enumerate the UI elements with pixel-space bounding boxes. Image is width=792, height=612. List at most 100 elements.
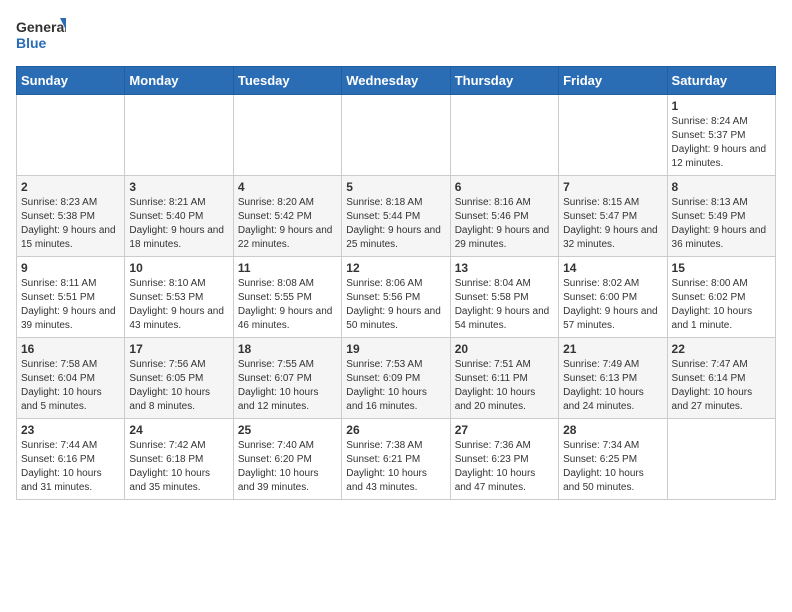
- calendar-cell: 25 Sunrise: 7:40 AM Sunset: 6:20 PM Dayli…: [233, 419, 341, 500]
- calendar-week-row: 16 Sunrise: 7:58 AM Sunset: 6:04 PM Dayli…: [17, 338, 776, 419]
- calendar-cell: 9 Sunrise: 8:11 AM Sunset: 5:51 PM Daylig…: [17, 257, 125, 338]
- calendar-cell: 22 Sunrise: 7:47 AM Sunset: 6:14 PM Dayli…: [667, 338, 775, 419]
- weekday-header: Saturday: [667, 67, 775, 95]
- day-info: Sunrise: 8:23 AM Sunset: 5:38 PM Dayligh…: [21, 196, 120, 252]
- day-number: 14: [563, 261, 662, 275]
- calendar-week-row: 1 Sunrise: 8:24 AM Sunset: 5:37 PM Daylig…: [17, 95, 776, 176]
- day-number: 13: [455, 261, 554, 275]
- day-info: Sunrise: 7:38 AM Sunset: 6:21 PM Dayligh…: [346, 439, 445, 495]
- logo-icon: General Blue: [16, 16, 66, 56]
- day-number: 21: [563, 342, 662, 356]
- weekday-header: Monday: [125, 67, 233, 95]
- calendar-cell: 5Sunrise: 8:18 AM Sunset: 5:44 PM Daylig…: [342, 176, 450, 257]
- calendar: SundayMondayTuesdayWednesdayThursdayFrid…: [16, 66, 776, 500]
- day-info: Sunrise: 8:06 AM Sunset: 5:56 PM Dayligh…: [346, 277, 445, 333]
- calendar-cell: 15 Sunrise: 8:00 AM Sunset: 6:02 PM Dayli…: [667, 257, 775, 338]
- day-info: Sunrise: 7:49 AM Sunset: 6:13 PM Dayligh…: [563, 358, 662, 414]
- day-info: Sunrise: 8:11 AM Sunset: 5:51 PM Dayligh…: [21, 277, 120, 333]
- calendar-cell: 1 Sunrise: 8:24 AM Sunset: 5:37 PM Daylig…: [667, 95, 775, 176]
- day-number: 1: [672, 99, 771, 113]
- day-number: 15: [672, 261, 771, 275]
- calendar-cell: 26 Sunrise: 7:38 AM Sunset: 6:21 PM Dayli…: [342, 419, 450, 500]
- calendar-week-row: 9 Sunrise: 8:11 AM Sunset: 5:51 PM Daylig…: [17, 257, 776, 338]
- day-info: Sunrise: 7:55 AM Sunset: 6:07 PM Dayligh…: [238, 358, 337, 414]
- day-number: 23: [21, 423, 120, 437]
- calendar-cell: 6 Sunrise: 8:16 AM Sunset: 5:46 PM Daylig…: [450, 176, 558, 257]
- weekday-row: SundayMondayTuesdayWednesdayThursdayFrid…: [17, 67, 776, 95]
- day-info: Sunrise: 8:10 AM Sunset: 5:53 PM Dayligh…: [129, 277, 228, 333]
- calendar-cell: 17 Sunrise: 7:56 AM Sunset: 6:05 PM Dayli…: [125, 338, 233, 419]
- calendar-cell: 19 Sunrise: 7:53 AM Sunset: 6:09 PM Dayli…: [342, 338, 450, 419]
- calendar-cell: 3 Sunrise: 8:21 AM Sunset: 5:40 PM Daylig…: [125, 176, 233, 257]
- calendar-cell: 12 Sunrise: 8:06 AM Sunset: 5:56 PM Dayli…: [342, 257, 450, 338]
- day-number: 20: [455, 342, 554, 356]
- calendar-cell: 7 Sunrise: 8:15 AM Sunset: 5:47 PM Daylig…: [559, 176, 667, 257]
- day-number: 3: [129, 180, 228, 194]
- day-info: Sunrise: 7:34 AM Sunset: 6:25 PM Dayligh…: [563, 439, 662, 495]
- day-info: Sunrise: 8:13 AM Sunset: 5:49 PM Dayligh…: [672, 196, 771, 252]
- day-info: Sunrise: 8:20 AM Sunset: 5:42 PM Dayligh…: [238, 196, 337, 252]
- day-number: 7: [563, 180, 662, 194]
- day-info: Sunrise: 8:24 AM Sunset: 5:37 PM Dayligh…: [672, 115, 771, 171]
- day-info: Sunrise: 8:02 AM Sunset: 6:00 PM Dayligh…: [563, 277, 662, 333]
- day-info: Sunrise: 8:00 AM Sunset: 6:02 PM Dayligh…: [672, 277, 771, 333]
- weekday-header: Tuesday: [233, 67, 341, 95]
- calendar-cell: [450, 95, 558, 176]
- day-info: Sunrise: 8:04 AM Sunset: 5:58 PM Dayligh…: [455, 277, 554, 333]
- calendar-cell: [17, 95, 125, 176]
- day-number: 12: [346, 261, 445, 275]
- calendar-cell: 21 Sunrise: 7:49 AM Sunset: 6:13 PM Dayli…: [559, 338, 667, 419]
- calendar-cell: [559, 95, 667, 176]
- calendar-cell: 28 Sunrise: 7:34 AM Sunset: 6:25 PM Dayli…: [559, 419, 667, 500]
- day-info: Sunrise: 8:21 AM Sunset: 5:40 PM Dayligh…: [129, 196, 228, 252]
- day-number: 27: [455, 423, 554, 437]
- calendar-cell: 20 Sunrise: 7:51 AM Sunset: 6:11 PM Dayli…: [450, 338, 558, 419]
- svg-text:Blue: Blue: [16, 35, 47, 51]
- day-number: 9: [21, 261, 120, 275]
- day-info: Sunrise: 7:56 AM Sunset: 6:05 PM Dayligh…: [129, 358, 228, 414]
- calendar-week-row: 2 Sunrise: 8:23 AM Sunset: 5:38 PM Daylig…: [17, 176, 776, 257]
- calendar-cell: 23 Sunrise: 7:44 AM Sunset: 6:16 PM Dayli…: [17, 419, 125, 500]
- day-number: 6: [455, 180, 554, 194]
- day-info: Sunrise: 8:16 AM Sunset: 5:46 PM Dayligh…: [455, 196, 554, 252]
- calendar-body: 1 Sunrise: 8:24 AM Sunset: 5:37 PM Daylig…: [17, 95, 776, 500]
- day-info: Sunrise: 8:15 AM Sunset: 5:47 PM Dayligh…: [563, 196, 662, 252]
- day-info: Sunrise: 8:08 AM Sunset: 5:55 PM Dayligh…: [238, 277, 337, 333]
- day-number: 26: [346, 423, 445, 437]
- day-info: Sunrise: 8:18 AM Sunset: 5:44 PM Dayligh…: [346, 196, 445, 252]
- day-info: Sunrise: 7:53 AM Sunset: 6:09 PM Dayligh…: [346, 358, 445, 414]
- calendar-cell: 11 Sunrise: 8:08 AM Sunset: 5:55 PM Dayli…: [233, 257, 341, 338]
- day-info: Sunrise: 7:51 AM Sunset: 6:11 PM Dayligh…: [455, 358, 554, 414]
- day-info: Sunrise: 7:58 AM Sunset: 6:04 PM Dayligh…: [21, 358, 120, 414]
- day-info: Sunrise: 7:44 AM Sunset: 6:16 PM Dayligh…: [21, 439, 120, 495]
- day-info: Sunrise: 7:40 AM Sunset: 6:20 PM Dayligh…: [238, 439, 337, 495]
- day-number: 4: [238, 180, 337, 194]
- calendar-cell: 14 Sunrise: 8:02 AM Sunset: 6:00 PM Dayli…: [559, 257, 667, 338]
- calendar-cell: 10 Sunrise: 8:10 AM Sunset: 5:53 PM Dayli…: [125, 257, 233, 338]
- day-number: 2: [21, 180, 120, 194]
- day-number: 25: [238, 423, 337, 437]
- weekday-header: Wednesday: [342, 67, 450, 95]
- day-number: 10: [129, 261, 228, 275]
- day-number: 16: [21, 342, 120, 356]
- header: General Blue: [16, 16, 776, 56]
- day-number: 19: [346, 342, 445, 356]
- calendar-cell: 4 Sunrise: 8:20 AM Sunset: 5:42 PM Daylig…: [233, 176, 341, 257]
- day-number: 11: [238, 261, 337, 275]
- calendar-cell: 16 Sunrise: 7:58 AM Sunset: 6:04 PM Dayli…: [17, 338, 125, 419]
- day-number: 24: [129, 423, 228, 437]
- calendar-cell: [342, 95, 450, 176]
- day-number: 22: [672, 342, 771, 356]
- calendar-cell: 8Sunrise: 8:13 AM Sunset: 5:49 PM Daylig…: [667, 176, 775, 257]
- calendar-cell: [125, 95, 233, 176]
- weekday-header: Thursday: [450, 67, 558, 95]
- day-number: 28: [563, 423, 662, 437]
- calendar-cell: 13 Sunrise: 8:04 AM Sunset: 5:58 PM Dayli…: [450, 257, 558, 338]
- day-info: Sunrise: 7:36 AM Sunset: 6:23 PM Dayligh…: [455, 439, 554, 495]
- logo: General Blue: [16, 16, 66, 56]
- weekday-header: Sunday: [17, 67, 125, 95]
- day-number: 17: [129, 342, 228, 356]
- weekday-header: Friday: [559, 67, 667, 95]
- calendar-cell: 18Sunrise: 7:55 AM Sunset: 6:07 PM Dayli…: [233, 338, 341, 419]
- day-info: Sunrise: 7:47 AM Sunset: 6:14 PM Dayligh…: [672, 358, 771, 414]
